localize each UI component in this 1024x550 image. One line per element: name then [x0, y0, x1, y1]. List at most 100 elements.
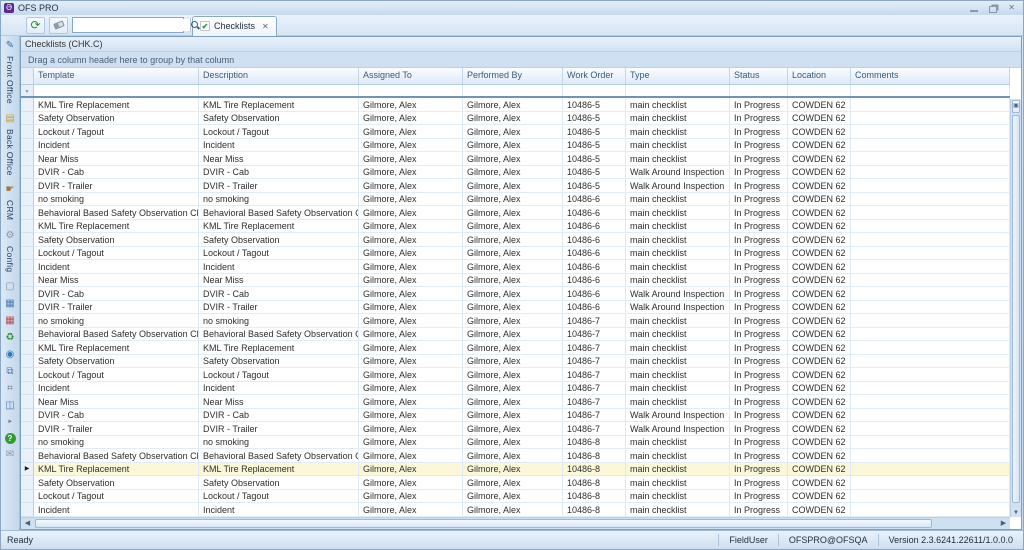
- filter-cell-status[interactable]: [730, 85, 788, 96]
- cell-location[interactable]: COWDEN 62: [788, 462, 851, 477]
- grid-row[interactable]: KML Tire Replacement KML Tire Replacement…: [21, 341, 1010, 355]
- cell-assigned_to[interactable]: Gilmore, Alex: [359, 179, 463, 193]
- cell-assigned_to[interactable]: Gilmore, Alex: [359, 395, 463, 409]
- grid-row[interactable]: DVIR - Cab DVIR - Cab Gilmore, Alex Gilmore…: [21, 165, 1010, 180]
- cell-type[interactable]: main checklist: [626, 98, 730, 112]
- cell-performed_by[interactable]: Gilmore, Alex: [463, 98, 563, 112]
- cell-description[interactable]: Safety Observation: [199, 354, 359, 369]
- cell-comments[interactable]: [851, 246, 1010, 261]
- cell-comments[interactable]: [851, 300, 1010, 315]
- cell-work_order[interactable]: 10486-7: [563, 314, 626, 328]
- cell-description[interactable]: DVIR - Trailer: [199, 300, 359, 315]
- cell-description[interactable]: KML Tire Replacement: [199, 98, 359, 112]
- cell-assigned_to[interactable]: Gilmore, Alex: [359, 125, 463, 139]
- cell-status[interactable]: In Progress: [730, 300, 788, 315]
- cell-type[interactable]: Walk Around Inspection: [626, 287, 730, 301]
- cell-comments[interactable]: [851, 206, 1010, 220]
- column-header-performed_by[interactable]: Performed By: [463, 68, 563, 84]
- sync-icon[interactable]: ♻: [3, 331, 17, 344]
- cell-location[interactable]: COWDEN 62: [788, 354, 851, 369]
- grid-row[interactable]: Behavioral Based Safety Observation Chec…: [21, 206, 1010, 220]
- cell-template[interactable]: Behavioral Based Safety Observation Chec…: [34, 327, 199, 342]
- grid-row[interactable]: ▶ KML Tire Replacement KML Tire Replacemen…: [21, 462, 1010, 477]
- cell-comments[interactable]: [851, 503, 1010, 517]
- cell-type[interactable]: main checklist: [626, 111, 730, 126]
- cell-type[interactable]: Walk Around Inspection: [626, 300, 730, 315]
- cell-status[interactable]: In Progress: [730, 395, 788, 409]
- cell-comments[interactable]: [851, 125, 1010, 139]
- cell-type[interactable]: main checklist: [626, 503, 730, 517]
- cell-status[interactable]: In Progress: [730, 408, 788, 423]
- cell-performed_by[interactable]: Gilmore, Alex: [463, 462, 563, 477]
- globe-icon[interactable]: ◉: [3, 348, 17, 361]
- cell-description[interactable]: Lockout / Tagout: [199, 125, 359, 139]
- cell-template[interactable]: Incident: [34, 138, 199, 153]
- cell-description[interactable]: Incident: [199, 381, 359, 396]
- grid-row[interactable]: DVIR - Trailer DVIR - Trailer Gilmore, Ale…: [21, 179, 1010, 193]
- vscroll-thumb[interactable]: [1012, 115, 1020, 503]
- add-new-icon[interactable]: ▢: [3, 280, 17, 293]
- cell-template[interactable]: Safety Observation: [34, 476, 199, 490]
- minimize-button[interactable]: [970, 5, 979, 12]
- cell-location[interactable]: COWDEN 62: [788, 273, 851, 288]
- cell-template[interactable]: Near Miss: [34, 152, 199, 166]
- sidebar-tab-front-office[interactable]: Front Office: [5, 56, 15, 104]
- grid-row[interactable]: DVIR - Trailer DVIR - Trailer Gilmore, Ale…: [21, 422, 1010, 436]
- cell-template[interactable]: Lockout / Tagout: [34, 489, 199, 504]
- cell-description[interactable]: DVIR - Cab: [199, 408, 359, 423]
- cell-status[interactable]: In Progress: [730, 111, 788, 126]
- cell-comments[interactable]: [851, 449, 1010, 463]
- cell-performed_by[interactable]: Gilmore, Alex: [463, 111, 563, 126]
- column-header-type[interactable]: Type: [626, 68, 730, 84]
- cell-type[interactable]: main checklist: [626, 341, 730, 355]
- grid-row[interactable]: KML Tire Replacement KML Tire Replacement…: [21, 219, 1010, 234]
- column-header-assigned_to[interactable]: Assigned To: [359, 68, 463, 84]
- cell-performed_by[interactable]: Gilmore, Alex: [463, 179, 563, 193]
- expand-arrow-icon[interactable]: ‣: [3, 416, 17, 429]
- cell-location[interactable]: COWDEN 62: [788, 503, 851, 517]
- clear-button[interactable]: [49, 16, 68, 34]
- cell-template[interactable]: Safety Observation: [34, 233, 199, 247]
- cell-performed_by[interactable]: Gilmore, Alex: [463, 206, 563, 220]
- filter-cell-template[interactable]: [34, 85, 199, 96]
- cell-assigned_to[interactable]: Gilmore, Alex: [359, 462, 463, 477]
- cell-status[interactable]: In Progress: [730, 138, 788, 153]
- cell-work_order[interactable]: 10486-6: [563, 206, 626, 220]
- cell-location[interactable]: COWDEN 62: [788, 233, 851, 247]
- cell-type[interactable]: main checklist: [626, 489, 730, 504]
- cell-status[interactable]: In Progress: [730, 489, 788, 504]
- tab-checklists[interactable]: ✔ Checklists ✕: [192, 15, 277, 36]
- cell-status[interactable]: In Progress: [730, 449, 788, 463]
- grid-row[interactable]: Near Miss Near Miss Gilmore, Alex Gilmore, …: [21, 152, 1010, 166]
- cell-assigned_to[interactable]: Gilmore, Alex: [359, 287, 463, 301]
- cell-performed_by[interactable]: Gilmore, Alex: [463, 476, 563, 490]
- cell-performed_by[interactable]: Gilmore, Alex: [463, 152, 563, 166]
- cell-status[interactable]: In Progress: [730, 233, 788, 247]
- cell-work_order[interactable]: 10486-8: [563, 489, 626, 504]
- cell-description[interactable]: Incident: [199, 503, 359, 517]
- cell-description[interactable]: no smoking: [199, 435, 359, 450]
- group-by-bar[interactable]: Drag a column header here to group by th…: [21, 52, 1021, 68]
- cell-location[interactable]: COWDEN 62: [788, 206, 851, 220]
- cell-template[interactable]: DVIR - Trailer: [34, 179, 199, 193]
- grid-row[interactable]: Incident Incident Gilmore, Alex Gilmore, Al…: [21, 260, 1010, 274]
- cell-type[interactable]: Walk Around Inspection: [626, 179, 730, 193]
- cell-template[interactable]: Incident: [34, 503, 199, 517]
- cell-description[interactable]: Safety Observation: [199, 111, 359, 126]
- cell-comments[interactable]: [851, 273, 1010, 288]
- sidebar-tab-config[interactable]: Config: [5, 246, 15, 272]
- cell-type[interactable]: main checklist: [626, 395, 730, 409]
- cell-description[interactable]: Lockout / Tagout: [199, 489, 359, 504]
- cell-description[interactable]: Behavioral Based Safety Observation Chec…: [199, 327, 359, 342]
- cell-status[interactable]: In Progress: [730, 192, 788, 207]
- cell-comments[interactable]: [851, 489, 1010, 504]
- cell-status[interactable]: In Progress: [730, 462, 788, 477]
- cell-type[interactable]: main checklist: [626, 206, 730, 220]
- column-header-template[interactable]: Template: [34, 68, 199, 84]
- cell-assigned_to[interactable]: Gilmore, Alex: [359, 354, 463, 369]
- cell-template[interactable]: DVIR - Cab: [34, 287, 199, 301]
- cell-status[interactable]: In Progress: [730, 179, 788, 193]
- cell-type[interactable]: main checklist: [626, 354, 730, 369]
- filter-cell-assigned_to[interactable]: [359, 85, 463, 96]
- cell-performed_by[interactable]: Gilmore, Alex: [463, 246, 563, 261]
